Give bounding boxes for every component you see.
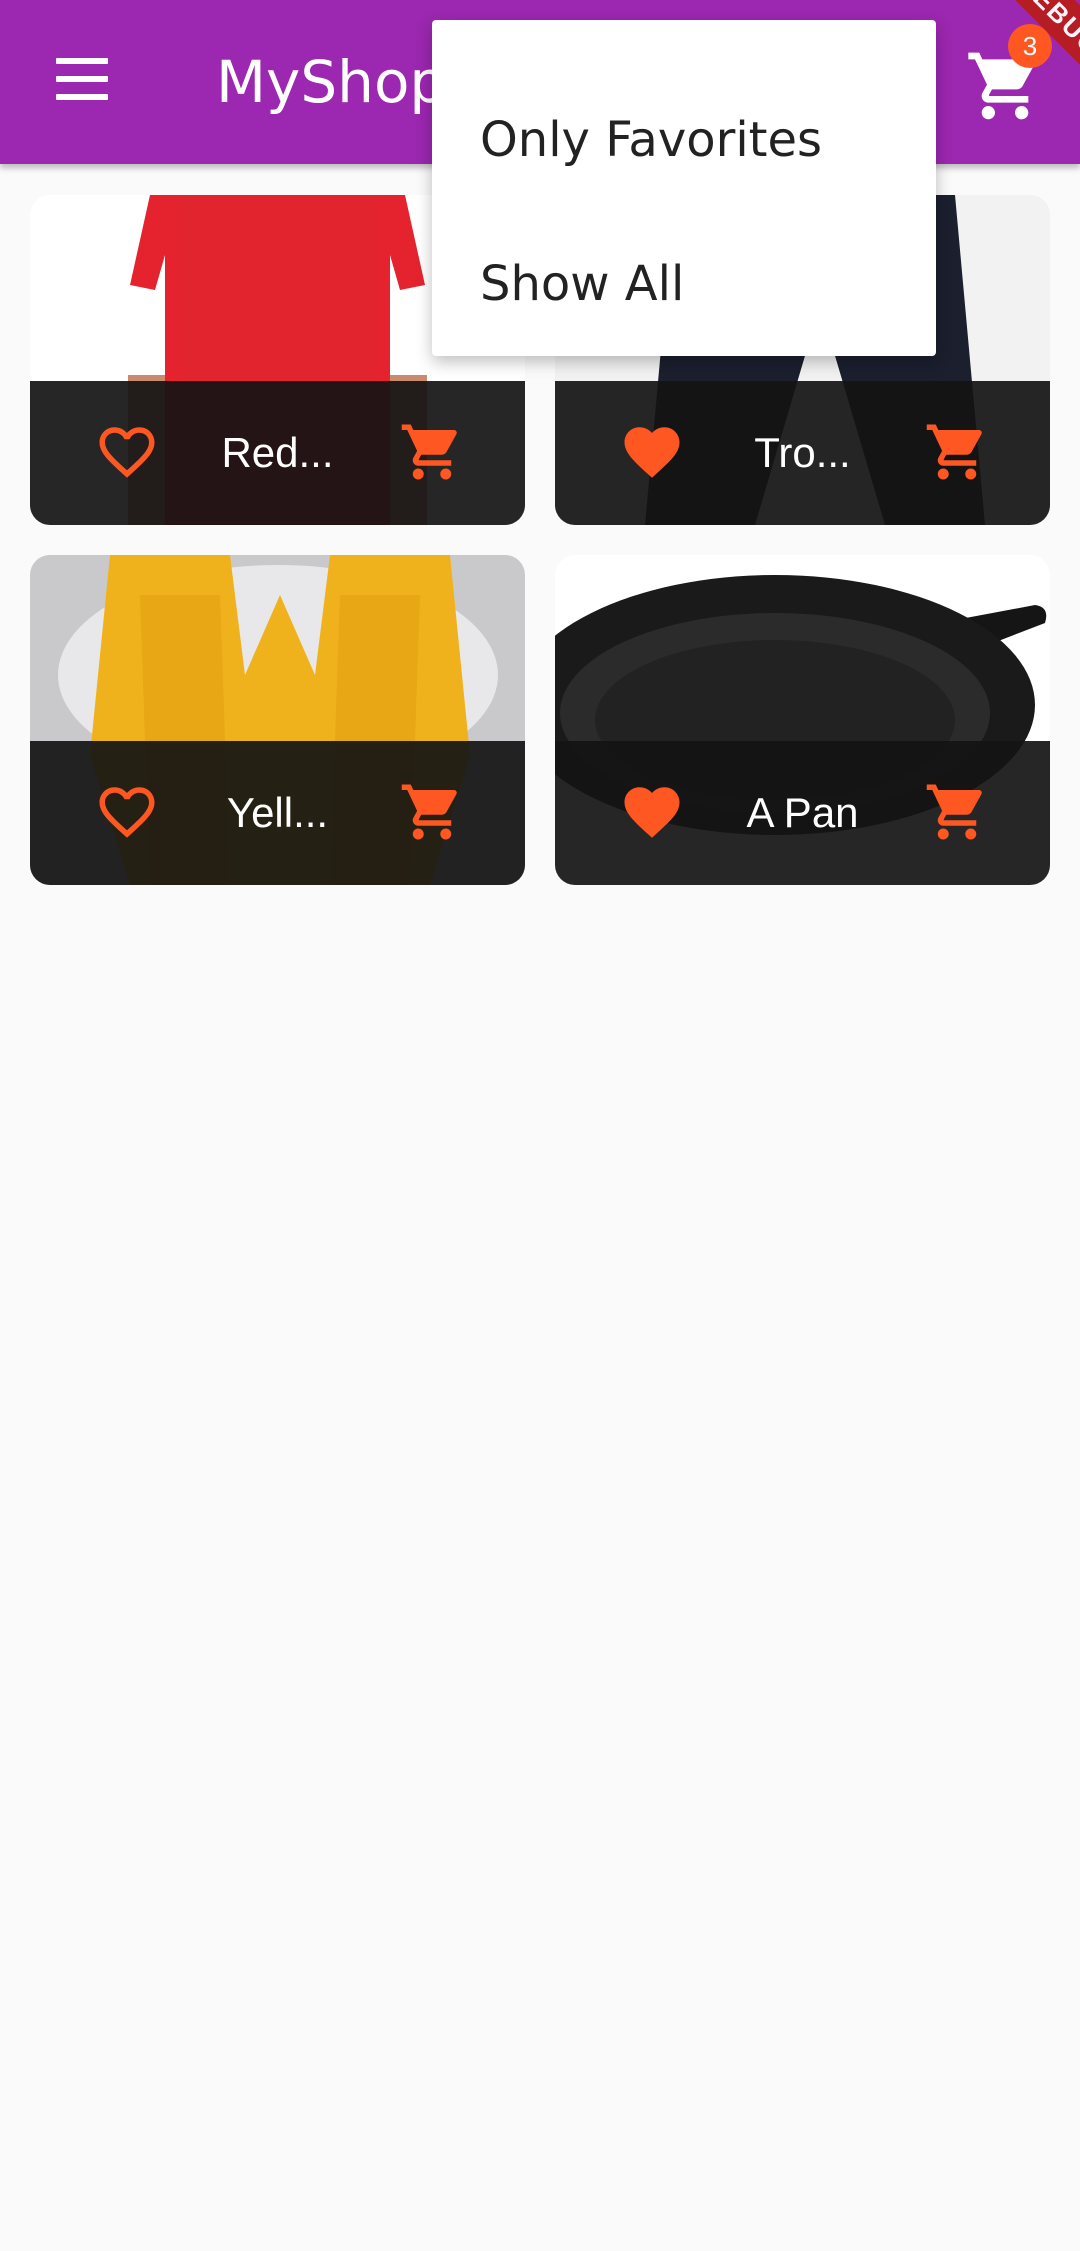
product-name: Red... xyxy=(221,429,334,476)
product-footer: Red... xyxy=(30,381,525,525)
heart-outline-icon[interactable] xyxy=(94,779,160,845)
product-name: Tro... xyxy=(754,429,851,476)
product-footer: Tro... xyxy=(555,381,1050,525)
add-to-cart-icon[interactable] xyxy=(399,419,465,485)
product-tile[interactable]: Yell... xyxy=(30,555,525,885)
menu-item-only-favorites[interactable]: Only Favorites xyxy=(480,68,920,212)
app-title: MyShop xyxy=(216,48,447,116)
heart-filled-icon[interactable] xyxy=(619,419,685,485)
product-name: A Pan xyxy=(746,789,859,836)
heart-filled-icon[interactable] xyxy=(619,779,685,845)
product-name: Yell... xyxy=(226,789,329,836)
add-to-cart-icon[interactable] xyxy=(924,779,990,845)
add-to-cart-icon[interactable] xyxy=(924,419,990,485)
add-to-cart-icon[interactable] xyxy=(399,779,465,845)
product-tile[interactable]: A Pan xyxy=(555,555,1050,885)
hamburger-menu-icon[interactable] xyxy=(48,52,120,112)
product-footer: A Pan xyxy=(555,741,1050,885)
menu-item-show-all[interactable]: Show All xyxy=(480,212,920,356)
filter-popup-menu: Only Favorites Show All xyxy=(432,20,936,356)
product-footer: Yell... xyxy=(30,741,525,885)
heart-outline-icon[interactable] xyxy=(94,419,160,485)
